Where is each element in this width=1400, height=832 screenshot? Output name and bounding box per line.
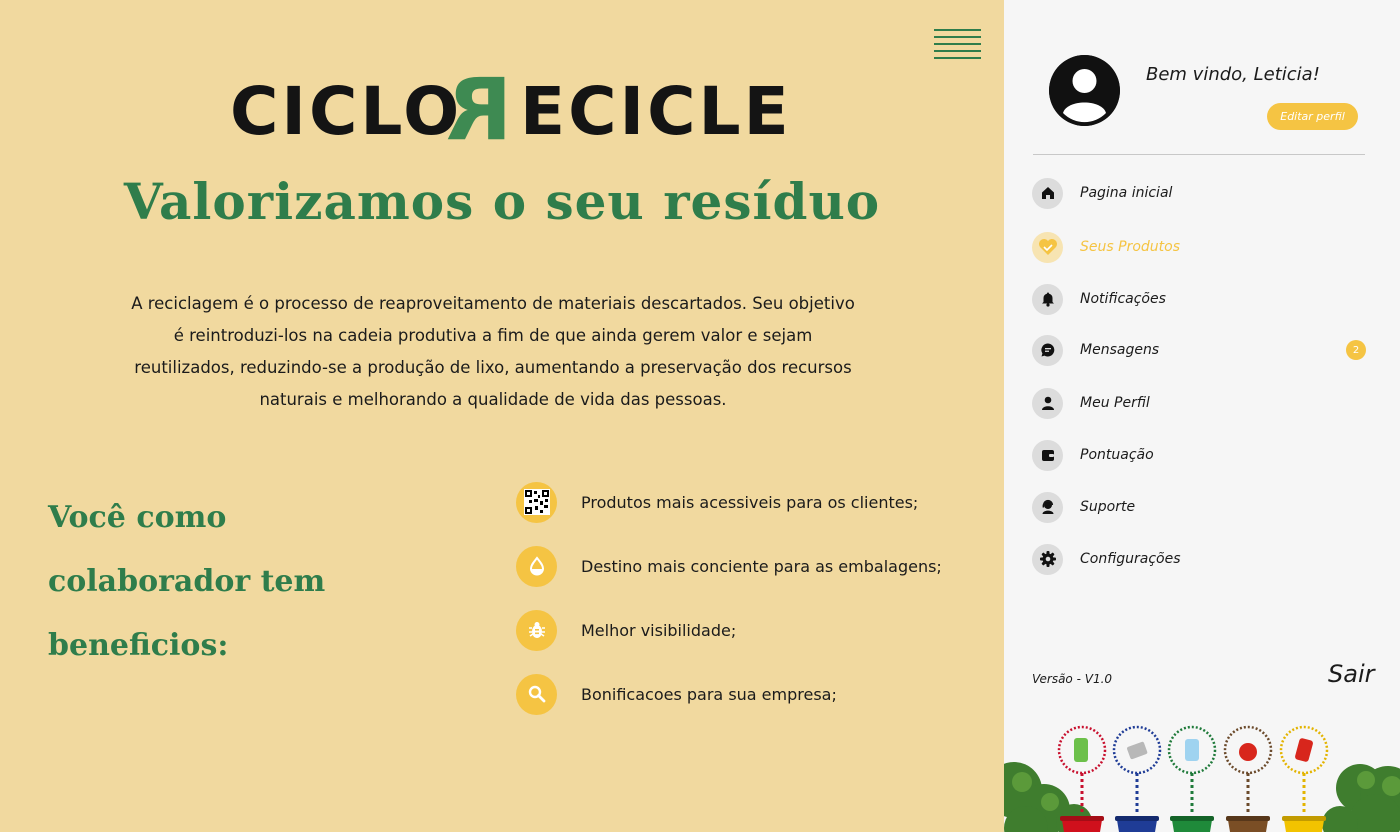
ciclorecicle-logo: CICLO R ECICLE <box>228 60 789 160</box>
nav-item-settings[interactable]: Configurações <box>1032 543 1372 575</box>
logo-text-right: ECICLE <box>520 73 792 150</box>
nav-label: Meu Perfil <box>1080 395 1150 411</box>
bug-icon <box>516 609 557 651</box>
hamburger-menu-icon[interactable] <box>934 29 982 59</box>
sidebar: Bem vindo, Leticia! Editar perfil Pagina… <box>1004 0 1400 832</box>
nav-label: Seus Produtos <box>1080 239 1180 255</box>
benefit-text: Bonificacoes para sua empresa; <box>581 684 837 704</box>
nav-item-profile[interactable]: Meu Perfil <box>1032 387 1372 419</box>
nav-label: Configurações <box>1080 551 1181 567</box>
gear-icon <box>1032 543 1063 575</box>
home-icon <box>1032 177 1063 209</box>
benefit-item: Melhor visibilidade; <box>516 609 736 651</box>
messages-count-badge: 2 <box>1346 340 1366 360</box>
benefit-text: Produtos mais acessiveis para os cliente… <box>581 492 919 512</box>
bell-icon <box>1032 283 1063 315</box>
logout-button[interactable]: Sair <box>1328 660 1374 688</box>
water-drop-icon <box>516 545 557 587</box>
page-headline: Valorizamos o seu resíduo <box>123 172 881 231</box>
nav-label: Suporte <box>1080 499 1136 515</box>
divider <box>1033 154 1365 155</box>
benefits-title: Você como colaborador tem beneficios: <box>48 500 326 663</box>
nav-label: Mensagens <box>1080 342 1160 358</box>
intro-paragraph: A reciclagem é o processo de reaproveita… <box>131 294 855 409</box>
qr-code-icon <box>516 481 557 523</box>
handshake-heart-icon <box>1032 231 1063 263</box>
nav-item-messages[interactable]: Mensagens 2 <box>1032 334 1372 366</box>
recycling-bins-illustration <box>1004 720 1400 832</box>
nav-label: Notificações <box>1080 291 1166 307</box>
version-label: Versão - V1.0 <box>1032 672 1113 686</box>
edit-profile-button[interactable]: Editar perfil <box>1267 103 1358 130</box>
logo-r-letter: R <box>446 60 513 160</box>
nav-item-products[interactable]: Seus Produtos <box>1032 231 1372 263</box>
wallet-icon <box>1032 439 1063 471</box>
benefit-item: Produtos mais acessiveis para os cliente… <box>516 481 918 523</box>
nav-item-support[interactable]: Suporte <box>1032 491 1372 523</box>
chat-icon <box>1032 334 1063 366</box>
support-agent-icon <box>1032 491 1063 523</box>
nav-item-notifications[interactable]: Notificações <box>1032 283 1372 315</box>
welcome-message: Bem vindo, Leticia! <box>1146 64 1320 85</box>
benefit-text: Melhor visibilidade; <box>581 620 737 640</box>
nav-item-points[interactable]: Pontuação <box>1032 439 1372 471</box>
benefit-item: Bonificacoes para sua empresa; <box>516 673 837 715</box>
user-icon <box>1032 387 1063 419</box>
logo-text-left: CICLO <box>230 73 463 150</box>
avatar[interactable] <box>1049 55 1120 126</box>
benefit-item: Destino mais conciente para as embalagen… <box>516 545 942 587</box>
nav-label: Pontuação <box>1080 447 1154 463</box>
nav-label: Pagina inicial <box>1080 185 1173 201</box>
main-content: CICLO R ECICLE Valorizamos o seu resíduo… <box>0 0 1004 832</box>
nav-item-home[interactable]: Pagina inicial <box>1032 177 1372 209</box>
benefit-text: Destino mais conciente para as embalagen… <box>581 556 942 576</box>
search-icon <box>516 673 557 715</box>
